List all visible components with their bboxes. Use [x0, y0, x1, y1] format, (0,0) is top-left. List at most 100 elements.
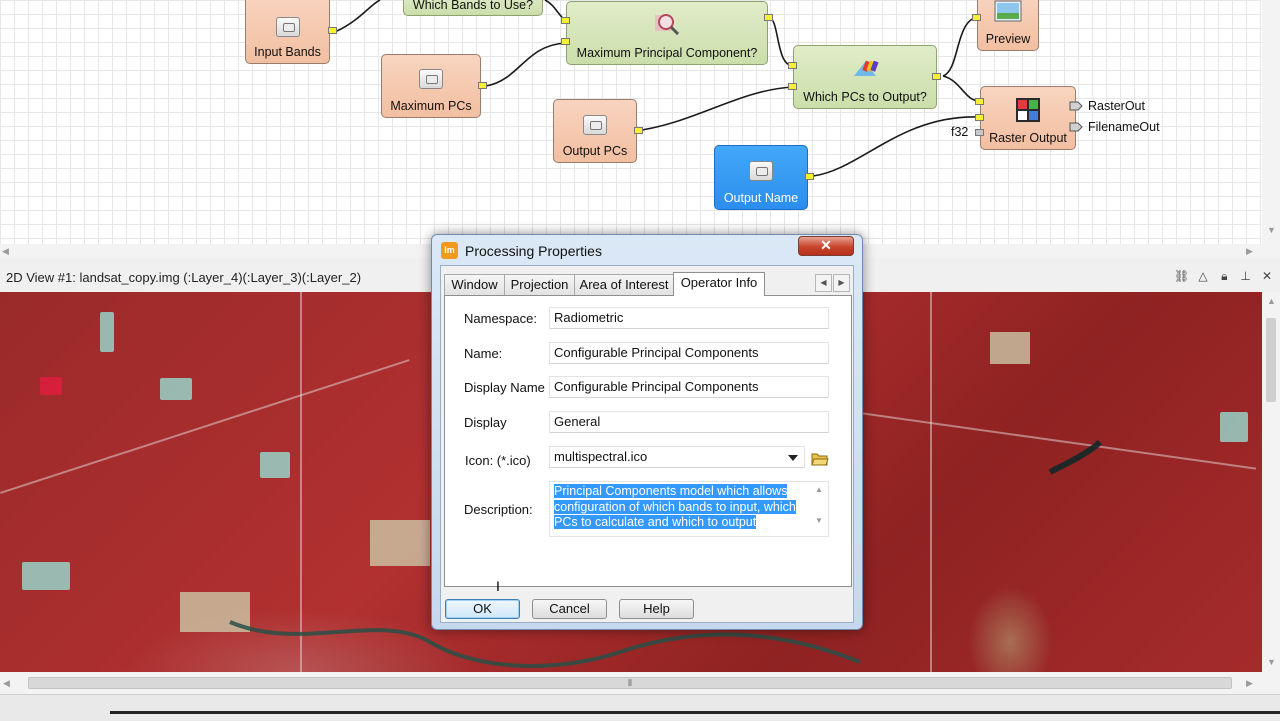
- view-horizontal-thumb[interactable]: ⦀: [28, 677, 1232, 689]
- pin-icon[interactable]: ⊥: [1237, 269, 1255, 283]
- raster-out-label: RasterOut: [1088, 99, 1145, 113]
- node-which-pcs[interactable]: Which PCs to Output?: [793, 45, 937, 109]
- output-port[interactable]: [805, 173, 814, 180]
- output-port[interactable]: [328, 27, 337, 34]
- icon-select-value: multispectral.ico: [554, 449, 648, 464]
- scroll-left-icon[interactable]: ◀: [3, 678, 10, 688]
- input-port[interactable]: [788, 83, 797, 90]
- scroll-down-icon[interactable]: ▼: [810, 516, 828, 525]
- close-icon[interactable]: ✕: [1258, 269, 1276, 283]
- view-horizontal-scrollbar[interactable]: ◀ ⦀ ▶: [0, 672, 1280, 694]
- description-textarea[interactable]: Principal Components model which allows …: [549, 481, 829, 537]
- output-port[interactable]: [634, 127, 643, 134]
- description-label: Description:: [464, 502, 533, 517]
- parameter-icon: [275, 17, 300, 37]
- warning-icon[interactable]: △: [1194, 269, 1212, 283]
- output-port[interactable]: [478, 82, 487, 89]
- view-title: 2D View #1: landsat_copy.img (:Layer_4)(…: [6, 270, 362, 285]
- scroll-up-icon[interactable]: ▲: [810, 485, 828, 494]
- multispectral-icon: [854, 60, 879, 76]
- namespace-label: Namespace:: [464, 311, 537, 326]
- view-vertical-thumb[interactable]: [1266, 318, 1276, 402]
- scroll-right-icon[interactable]: ▶: [1246, 678, 1253, 688]
- link-icon[interactable]: ⛓: [1173, 269, 1191, 283]
- view-toolbar: ⛓ △ 🔒︎ ⊥ ✕: [1173, 269, 1276, 284]
- preview-icon: [994, 0, 1022, 22]
- imagine-app-icon: Im: [441, 242, 458, 259]
- model-canvas[interactable]: Input Bands Which Bands to Use? Maximum …: [0, 0, 1262, 244]
- f32-label: f32: [951, 125, 969, 139]
- dialog-title: Processing Properties: [465, 243, 602, 259]
- tab-scroll-left-icon[interactable]: ◀: [815, 274, 832, 292]
- input-port[interactable]: [972, 14, 981, 21]
- input-port[interactable]: [975, 114, 984, 121]
- node-which-bands[interactable]: Which Bands to Use?: [403, 0, 543, 16]
- tab-window[interactable]: Window: [444, 274, 505, 295]
- scroll-down-icon[interactable]: ▼: [1267, 657, 1276, 667]
- node-raster-output[interactable]: Raster Output: [980, 86, 1076, 150]
- icon-select[interactable]: multispectral.ico: [549, 446, 805, 468]
- node-label: Input Bands: [254, 45, 321, 59]
- text-cursor-icon: Ι: [496, 578, 500, 594]
- view-vertical-scrollbar[interactable]: ▲ ▼: [1262, 292, 1280, 672]
- help-button[interactable]: Help: [619, 599, 694, 619]
- parameter-icon: [419, 69, 443, 89]
- close-button[interactable]: ✕: [798, 236, 854, 256]
- input-port[interactable]: [975, 98, 984, 105]
- tab-projection[interactable]: Projection: [504, 274, 575, 295]
- status-bar: [0, 694, 1280, 721]
- raster-output-icon: [1016, 98, 1040, 122]
- node-label: Output PCs: [562, 144, 628, 158]
- tab-area-of-interest[interactable]: Area of Interest: [574, 274, 674, 295]
- folder-open-icon[interactable]: [811, 451, 829, 467]
- node-label: Maximum Principal Component?: [576, 46, 758, 60]
- node-output-pcs[interactable]: Output PCs: [553, 99, 637, 163]
- parameter-icon: [749, 161, 773, 181]
- name-label: Name:: [464, 346, 503, 361]
- icon-label: Icon: (*.ico): [465, 453, 531, 468]
- node-label: Which Bands to Use?: [412, 0, 534, 12]
- lock-icon[interactable]: 🔒︎: [1215, 269, 1233, 284]
- raster-out-port[interactable]: [1069, 101, 1083, 111]
- tab-scroll-right-icon[interactable]: ▶: [833, 274, 850, 292]
- status-bar-divider: [110, 711, 1280, 714]
- display-name-label: Display Name: [464, 380, 545, 395]
- name-field[interactable]: Configurable Principal Components: [549, 342, 829, 364]
- parameter-icon: [583, 115, 607, 135]
- ok-button[interactable]: OK: [445, 599, 520, 619]
- output-port[interactable]: [932, 73, 941, 80]
- scroll-right-icon[interactable]: ▶: [1246, 246, 1253, 256]
- node-input-bands[interactable]: Input Bands: [245, 0, 330, 64]
- tab-operator-info[interactable]: Operator Info: [673, 272, 765, 296]
- node-max-principal-component[interactable]: Maximum Principal Component?: [566, 1, 768, 65]
- display-field[interactable]: General: [549, 411, 829, 433]
- input-port-f32[interactable]: [975, 129, 984, 136]
- namespace-field[interactable]: Radiometric: [549, 307, 829, 329]
- output-port[interactable]: [764, 14, 773, 21]
- scroll-down-icon[interactable]: ▼: [1267, 225, 1276, 235]
- node-label: Preview: [985, 32, 1031, 46]
- node-label: Raster Output: [989, 131, 1067, 145]
- node-output-name[interactable]: Output Name: [714, 145, 808, 210]
- node-label: Output Name: [723, 191, 799, 205]
- node-label: Which PCs to Output?: [803, 90, 927, 104]
- magnifier-icon: [655, 14, 680, 36]
- input-port[interactable]: [561, 17, 570, 24]
- scroll-left-icon[interactable]: ◀: [2, 246, 9, 256]
- operator-info-panel: [444, 295, 852, 587]
- display-name-field[interactable]: Configurable Principal Components: [549, 376, 829, 398]
- description-scrollbar[interactable]: ▲ ▼: [810, 482, 828, 536]
- node-preview[interactable]: Preview: [977, 0, 1039, 51]
- filename-out-port[interactable]: [1069, 122, 1083, 132]
- scroll-up-icon[interactable]: ▲: [1267, 296, 1276, 306]
- node-maximum-pcs[interactable]: Maximum PCs: [381, 54, 481, 118]
- filename-out-label: FilenameOut: [1088, 120, 1160, 134]
- input-port[interactable]: [788, 62, 797, 69]
- chevron-down-icon[interactable]: [788, 455, 798, 461]
- node-label: Maximum PCs: [390, 99, 472, 113]
- input-port[interactable]: [561, 38, 570, 45]
- processing-properties-dialog: Im Processing Properties ✕ Window Projec…: [431, 234, 863, 630]
- canvas-vertical-scrollbar[interactable]: ▼: [1262, 0, 1280, 244]
- display-label: Display: [464, 415, 507, 430]
- cancel-button[interactable]: Cancel: [532, 599, 607, 619]
